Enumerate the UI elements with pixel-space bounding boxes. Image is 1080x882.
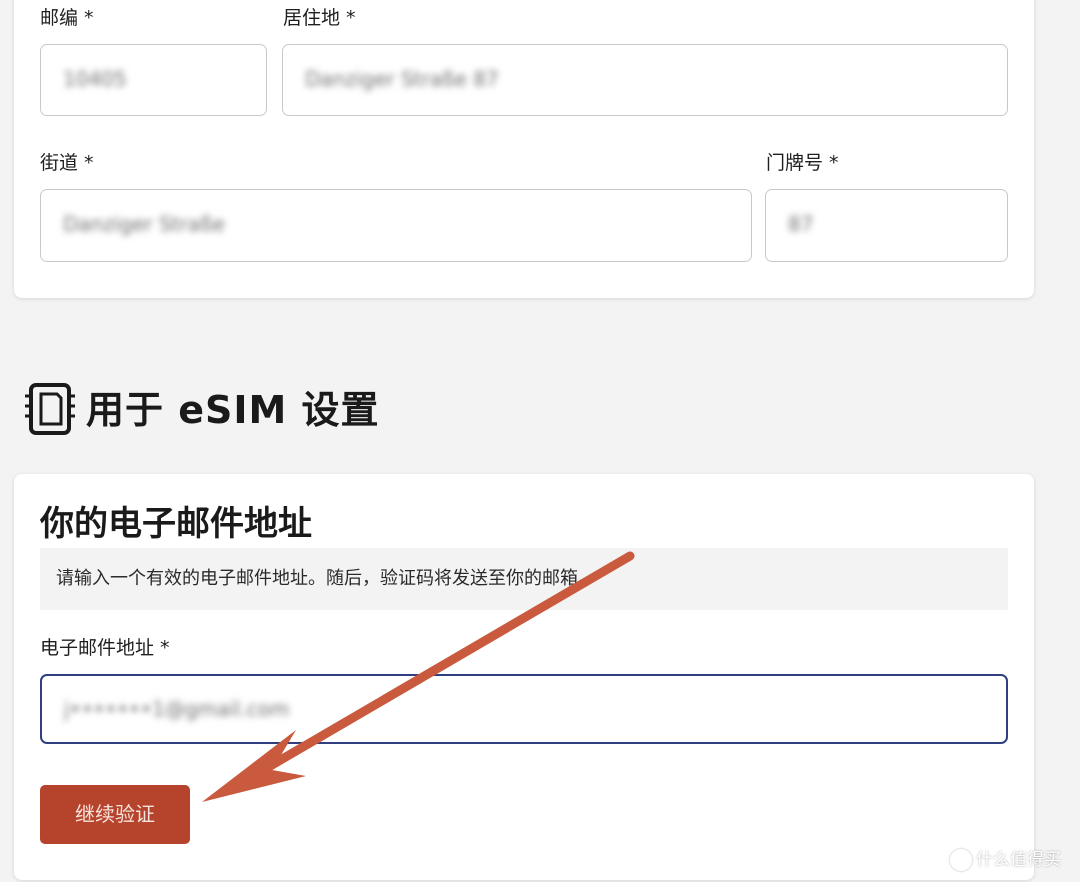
house-number-value: 87: [788, 212, 814, 236]
postcode-label: 邮编 *: [40, 7, 94, 29]
esim-section-title: 用于 eSIM 设置: [86, 388, 380, 432]
street-input[interactable]: Danziger Straße: [40, 189, 752, 262]
email-label: 电子邮件地址 *: [40, 637, 170, 659]
postcode-input[interactable]: 10405: [40, 44, 267, 116]
street-label: 街道 *: [40, 152, 94, 174]
watermark-logo-icon: 值: [950, 849, 972, 871]
email-input[interactable]: j•••••••1@gmail.com: [40, 674, 1008, 744]
residence-input[interactable]: Danziger Straße 87: [282, 44, 1008, 116]
address-card: 邮编 * 居住地 * 10405 Danziger Straße 87 街道 *…: [14, 0, 1034, 298]
street-value: Danziger Straße: [63, 212, 225, 236]
house-number-label: 门牌号 *: [766, 152, 839, 174]
email-value: j•••••••1@gmail.com: [64, 697, 290, 721]
residence-label: 居住地 *: [283, 7, 356, 29]
email-info-text: 请输入一个有效的电子邮件地址。随后，验证码将发送至你的邮箱。: [40, 548, 1008, 610]
watermark: 值什么值得买: [950, 846, 1061, 874]
residence-value: Danziger Straße 87: [305, 67, 499, 91]
house-number-input[interactable]: 87: [765, 189, 1008, 262]
continue-verification-button[interactable]: 继续验证: [40, 785, 190, 844]
esim-chip-icon: [25, 383, 75, 435]
email-card-title: 你的电子邮件地址: [40, 504, 312, 544]
watermark-text: 什么值得买: [976, 850, 1061, 870]
postcode-value: 10405: [63, 67, 127, 91]
email-card: 你的电子邮件地址 请输入一个有效的电子邮件地址。随后，验证码将发送至你的邮箱。 …: [14, 474, 1034, 880]
